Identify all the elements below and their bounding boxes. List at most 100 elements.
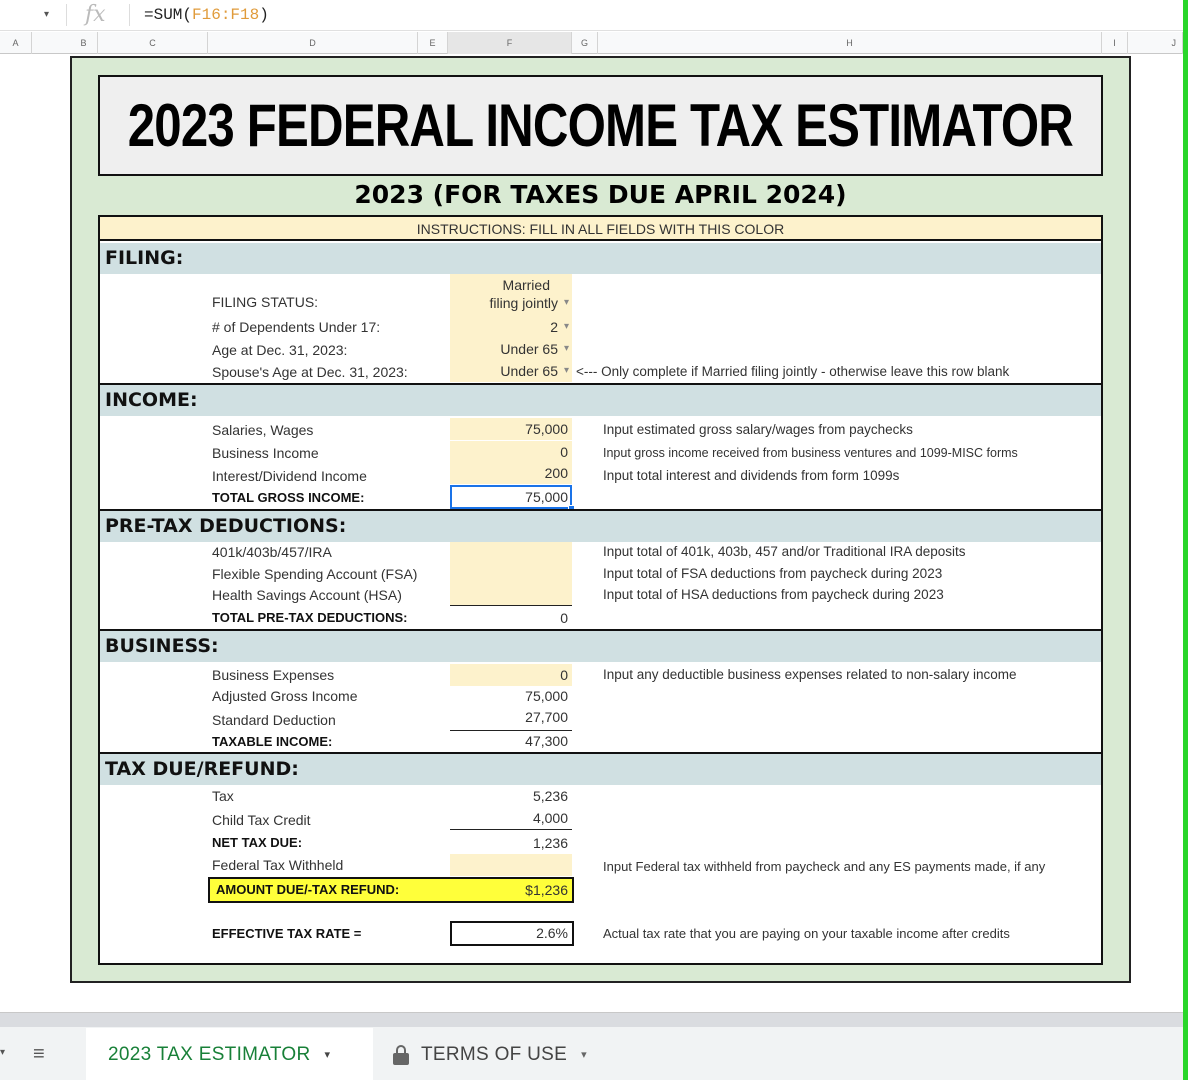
business-income-label: Business Income xyxy=(212,445,319,461)
chevron-down-icon[interactable]: ▾ xyxy=(325,1048,331,1061)
chevron-down-icon[interactable]: ▾ xyxy=(581,1048,587,1061)
tax-value: 5,236 xyxy=(532,788,568,804)
tab-label: 2023 TAX ESTIMATOR xyxy=(108,1043,311,1065)
business-expenses-input[interactable]: 0 xyxy=(450,664,572,686)
spouse-age-hint: <--- Only complete if Married filing joi… xyxy=(576,364,1010,379)
column-header-d[interactable]: D xyxy=(208,32,418,54)
filing-status-value-line1: Married xyxy=(502,277,550,293)
salaries-input[interactable]: 75,000 xyxy=(450,418,572,440)
fsa-hint: Input total of FSA deductions from paych… xyxy=(603,566,943,581)
taxable-income-label: TAXABLE INCOME: xyxy=(212,734,333,749)
section-filing-heading: FILING: xyxy=(100,243,1101,274)
dependents-select[interactable]: 2 xyxy=(450,316,572,338)
federal-withheld-input[interactable] xyxy=(450,854,572,876)
section-income-heading: INCOME: xyxy=(100,385,1101,416)
column-headers: A B C D E F G H I J xyxy=(0,32,1188,54)
dependents-label: # of Dependents Under 17: xyxy=(212,319,381,335)
column-header-g[interactable]: G xyxy=(572,32,598,54)
page-title: 2023 FEDERAL INCOME TAX ESTIMATOR xyxy=(127,92,1074,159)
sum-rule xyxy=(450,605,572,606)
section-business-heading: BUSINESS: xyxy=(100,631,1101,662)
formula-input[interactable]: =SUM(F16:F18) xyxy=(144,6,269,24)
total-pretax-value: 0 xyxy=(560,610,568,626)
title-banner: 2023 FEDERAL INCOME TAX ESTIMATOR xyxy=(98,75,1103,176)
column-header-b[interactable]: B xyxy=(70,32,98,54)
interest-label: Interest/Dividend Income xyxy=(212,468,367,484)
retirement-label: 401k/403b/457/IRA xyxy=(212,544,332,560)
column-header-c[interactable]: C xyxy=(98,32,208,54)
standard-deduction-value: 27,700 xyxy=(525,709,568,725)
formula-bar: ▾ fx =SUM(F16:F18) xyxy=(0,0,1188,31)
federal-withheld-label: Federal Tax Withheld xyxy=(212,857,344,873)
divider xyxy=(66,4,67,26)
window-edge xyxy=(1183,0,1188,1080)
spouse-age-select[interactable]: Under 65 xyxy=(450,360,572,382)
interest-hint: Input total interest and dividends from … xyxy=(603,468,900,483)
effective-rate-hint: Actual tax rate that you are paying on y… xyxy=(603,926,1010,941)
subtitle: 2023 (FOR TAXES DUE APRIL 2024) xyxy=(354,180,847,209)
fsa-input[interactable] xyxy=(450,563,572,585)
total-gross-income-cell[interactable]: 75,000 xyxy=(450,485,575,512)
fsa-label: Flexible Spending Account (FSA) xyxy=(212,566,418,582)
tab-terms-of-use[interactable]: TERMS OF USE ▾ xyxy=(375,1028,615,1080)
divider xyxy=(129,4,130,26)
filing-status-value-line2: filing jointly xyxy=(489,295,558,311)
net-tax-due-label: NET TAX DUE: xyxy=(212,835,303,850)
amount-due-box: AMOUNT DUE/-TAX REFUND: $1,236 xyxy=(208,877,574,903)
salaries-label: Salaries, Wages xyxy=(212,422,314,438)
add-sheet-caret-icon[interactable]: ▾ xyxy=(0,1047,5,1058)
standard-deduction-label: Standard Deduction xyxy=(212,712,336,728)
tab-label: TERMS OF USE xyxy=(421,1043,568,1065)
retirement-input[interactable] xyxy=(450,542,572,564)
formula-suffix: ) xyxy=(259,6,269,24)
column-header-i[interactable]: I xyxy=(1102,32,1128,54)
name-box-dropdown-icon[interactable]: ▾ xyxy=(44,9,49,20)
age-label: Age at Dec. 31, 2023: xyxy=(212,342,348,358)
net-tax-due-value: 1,236 xyxy=(532,835,568,851)
federal-withheld-hint: Input Federal tax withheld from paycheck… xyxy=(603,859,1046,874)
retirement-hint: Input total of 401k, 403b, 457 and/or Tr… xyxy=(603,544,966,559)
taxable-income-value: 47,300 xyxy=(525,733,568,749)
hsa-label: Health Savings Account (HSA) xyxy=(212,587,402,603)
hsa-input[interactable] xyxy=(450,584,572,606)
effective-rate-value: 2.6% xyxy=(450,921,574,946)
child-tax-credit-value: 4,000 xyxy=(532,810,568,826)
effective-rate-label: EFFECTIVE TAX RATE = xyxy=(212,926,362,941)
interest-input[interactable]: 200 xyxy=(450,462,572,484)
column-header-e[interactable]: E xyxy=(418,32,448,54)
total-pretax-label: TOTAL PRE-TAX DEDUCTIONS: xyxy=(212,610,408,625)
section-tax-heading: TAX DUE/REFUND: xyxy=(100,754,1101,785)
column-header-j[interactable]: J xyxy=(1128,32,1183,54)
filing-status-label: FILING STATUS: xyxy=(212,294,319,310)
sum-rule xyxy=(450,829,572,830)
instructions-banner: INSTRUCTIONS: FILL IN ALL FIELDS WITH TH… xyxy=(100,217,1101,241)
tax-label: Tax xyxy=(212,788,234,804)
business-expenses-label: Business Expenses xyxy=(212,667,335,683)
total-gross-income-label: TOTAL GROSS INCOME: xyxy=(212,490,365,505)
agi-value: 75,000 xyxy=(525,688,568,704)
filing-status-select[interactable]: Married filing jointly xyxy=(450,274,572,316)
agi-label: Adjusted Gross Income xyxy=(212,688,358,704)
amount-due-label: AMOUNT DUE/-TAX REFUND: xyxy=(216,882,400,897)
column-header-h[interactable]: H xyxy=(598,32,1102,54)
hsa-hint: Input total of HSA deductions from paych… xyxy=(603,587,944,602)
formula-range-ref: F16:F18 xyxy=(192,6,260,24)
column-header-f[interactable]: F xyxy=(448,32,572,54)
amount-due-value: $1,236 xyxy=(525,882,568,898)
column-header-a[interactable]: A xyxy=(0,32,32,54)
child-tax-credit-label: Child Tax Credit xyxy=(212,812,311,828)
formula-prefix: =SUM( xyxy=(144,6,193,24)
section-pretax-heading: PRE-TAX DEDUCTIONS: xyxy=(100,511,1101,542)
age-select[interactable]: Under 65 xyxy=(450,338,572,360)
business-expenses-hint: Input any deductible business expenses r… xyxy=(603,667,1017,682)
business-income-input[interactable]: 0 xyxy=(450,441,572,463)
horizontal-scrollbar[interactable] xyxy=(0,1013,1183,1027)
lock-icon xyxy=(393,1044,409,1065)
tab-2023-tax-estimator[interactable]: 2023 TAX ESTIMATOR ▾ xyxy=(86,1028,373,1080)
business-income-hint: Input gross income received from busines… xyxy=(603,446,1018,460)
all-sheets-menu-icon[interactable]: ≡ xyxy=(33,1043,45,1066)
fx-icon: fx xyxy=(85,2,106,27)
spouse-age-label: Spouse's Age at Dec. 31, 2023: xyxy=(212,364,408,380)
estimator-form: INSTRUCTIONS: FILL IN ALL FIELDS WITH TH… xyxy=(98,215,1103,965)
total-gross-income-value: 75,000 xyxy=(525,489,568,505)
